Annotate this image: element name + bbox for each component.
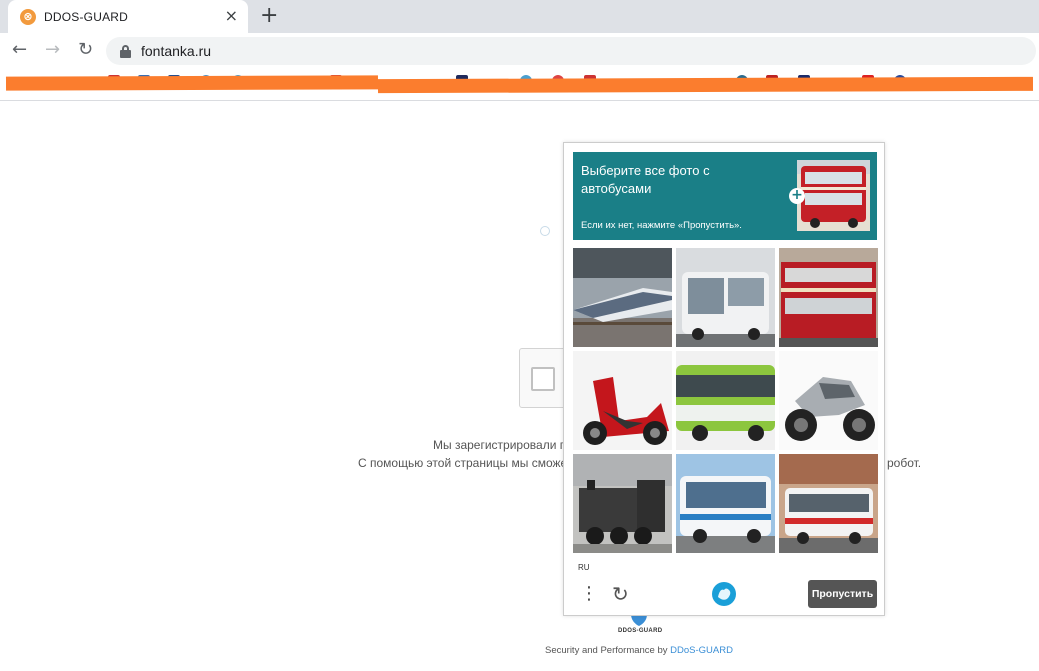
- reload-icon[interactable]: ↻: [78, 40, 93, 60]
- loading-dot-icon: [540, 226, 550, 236]
- captcha-tile-green-bus[interactable]: [676, 351, 775, 450]
- info-message-line1: Мы зарегистрировали п: [433, 438, 567, 452]
- captcha-challenge: Выберите все фото с автобусами Если их н…: [563, 142, 885, 616]
- tab-ddos-guard[interactable]: ⊗ DDOS-GUARD ×: [8, 0, 248, 33]
- tab-close-icon[interactable]: ×: [225, 7, 238, 25]
- redaction-mark: [377, 76, 1034, 94]
- browser-toolbar: ← → ↻ fontanka.ru: [0, 33, 1039, 69]
- captcha-tile-motorcycle[interactable]: [779, 351, 878, 450]
- captcha-tile-coach-bus[interactable]: [676, 454, 775, 553]
- captcha-tile-white-bus[interactable]: [676, 248, 775, 347]
- ddos-guard-favicon-icon: ⊗: [20, 8, 36, 25]
- tab-title: DDOS-GUARD: [44, 9, 129, 24]
- language-selector[interactable]: RU: [578, 563, 590, 572]
- footer: Security and Performance by DDoS-GUARD: [545, 645, 733, 656]
- lock-icon: [120, 44, 131, 58]
- captcha-reload-icon[interactable]: ↻: [612, 583, 634, 605]
- redaction-mark: [5, 75, 379, 91]
- captcha-header: Выберите все фото с автобусами Если их н…: [573, 152, 877, 240]
- captcha-example-image: [797, 160, 870, 231]
- more-options-icon[interactable]: ⋮: [580, 584, 598, 606]
- url-text: fontanka.ru: [141, 43, 212, 59]
- captcha-tile-steam-locomotive[interactable]: [573, 454, 672, 553]
- back-arrow-icon[interactable]: ←: [12, 40, 27, 60]
- info-message-line2: С помощью этой страницы мы сможе: [358, 456, 568, 470]
- captcha-tile-double-decker[interactable]: [779, 248, 878, 347]
- forward-arrow-icon[interactable]: →: [45, 40, 60, 60]
- ddos-guard-logo-text: DDOS-GUARD: [618, 628, 663, 634]
- ddos-guard-link[interactable]: DDoS-GUARD: [670, 645, 733, 656]
- captcha-tile-red-white-bus[interactable]: [779, 454, 878, 553]
- captcha-tile-train[interactable]: [573, 248, 672, 347]
- captcha-instruction: Выберите все фото с автобусами: [581, 163, 710, 196]
- new-tab-icon[interactable]: +: [260, 4, 278, 28]
- address-bar[interactable]: fontanka.ru: [106, 37, 1036, 65]
- info-message-line2-end: робот.: [887, 456, 922, 470]
- skip-button[interactable]: Пропустить: [808, 580, 877, 608]
- captcha-provider-logo-icon: [712, 582, 736, 606]
- example-expand-icon[interactable]: +: [789, 188, 805, 204]
- captcha-tile-scooter[interactable]: [573, 351, 672, 450]
- captcha-skip-hint: Если их нет, нажмите «Пропустить».: [581, 220, 742, 231]
- robot-checkbox[interactable]: [531, 367, 555, 391]
- footer-text: Security and Performance by: [545, 645, 671, 656]
- tab-bar: ⊗ DDOS-GUARD × +: [0, 0, 1039, 33]
